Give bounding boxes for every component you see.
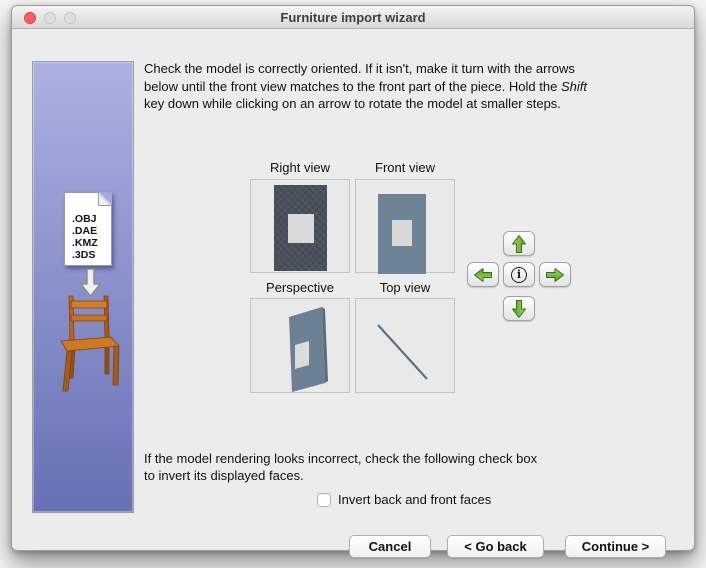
window-title: Furniture import wizard <box>12 6 694 29</box>
model-opening <box>288 214 314 243</box>
invert-faces-checkbox[interactable] <box>317 493 331 507</box>
orientation-instructions: Check the model is correctly oriented. I… <box>144 60 587 113</box>
note-line: If the model rendering looks incorrect, … <box>144 451 537 468</box>
file-format-label: .OBJ <box>72 213 98 225</box>
rotate-down-button[interactable] <box>503 296 535 321</box>
model-opening <box>392 220 412 246</box>
green-arrow-left-icon <box>473 267 493 283</box>
instruction-line: key down while clicking on an arrow to r… <box>144 95 587 113</box>
furniture-import-wizard-window: Furniture import wizard .OBJ .DAE .KMZ .… <box>11 5 695 551</box>
green-arrow-up-icon <box>511 234 527 254</box>
invert-faces-note: If the model rendering looks incorrect, … <box>144 451 537 484</box>
rotate-up-button[interactable] <box>503 231 535 256</box>
title-bar[interactable]: Furniture import wizard <box>12 6 694 29</box>
file-format-label: .DAE <box>72 225 98 237</box>
right-view-panel <box>250 179 350 273</box>
invert-faces-label[interactable]: Invert back and front faces <box>338 492 491 507</box>
cancel-button[interactable]: Cancel <box>349 535 431 558</box>
info-icon: i <box>511 267 527 283</box>
chair-icon <box>59 294 121 394</box>
model-top-line <box>356 299 454 392</box>
file-format-label: .KMZ <box>72 237 98 249</box>
top-view-panel <box>355 298 455 393</box>
rotate-right-button[interactable] <box>539 262 571 287</box>
model-front-silhouette <box>378 194 426 274</box>
invert-faces-row: Invert back and front faces <box>317 492 491 507</box>
perspective-view-panel[interactable] <box>250 298 350 393</box>
model-info-button[interactable]: i <box>503 262 535 287</box>
model-perspective-shape <box>251 299 349 392</box>
shift-key-word: Shift <box>561 79 587 94</box>
right-view-label: Right view <box>250 160 350 175</box>
rotate-left-button[interactable] <box>467 262 499 287</box>
instruction-line: Check the model is correctly oriented. I… <box>144 60 587 78</box>
note-line: to invert its displayed faces. <box>144 468 537 485</box>
top-view-label: Top view <box>355 280 455 295</box>
go-back-button[interactable]: < Go back <box>447 535 544 558</box>
wizard-content: .OBJ .DAE .KMZ .3DS <box>12 29 694 550</box>
green-arrow-down-icon <box>511 299 527 319</box>
file-format-label: .3DS <box>72 249 98 261</box>
model-right-silhouette <box>274 185 327 271</box>
front-view-label: Front view <box>355 160 455 175</box>
model-file-icon: .OBJ .DAE .KMZ .3DS <box>64 192 112 266</box>
wizard-step-illustration: .OBJ .DAE .KMZ .3DS <box>32 61 134 513</box>
instruction-line: below until the front view matches to th… <box>144 78 587 96</box>
green-arrow-right-icon <box>545 267 565 283</box>
perspective-view-label: Perspective <box>250 280 350 295</box>
page-fold-corner <box>98 192 112 206</box>
front-view-panel <box>355 179 455 273</box>
continue-button[interactable]: Continue > <box>565 535 666 558</box>
